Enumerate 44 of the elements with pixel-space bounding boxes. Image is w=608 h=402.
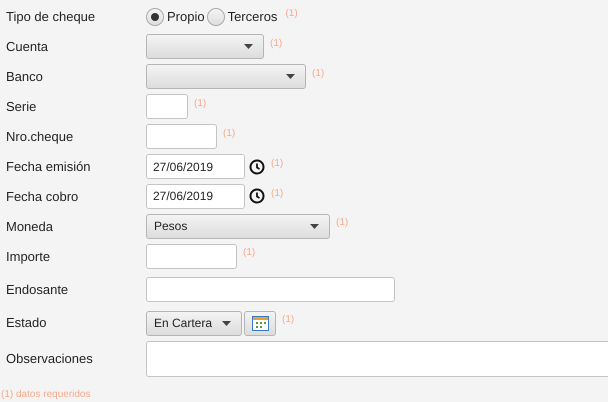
field-label: Moneda <box>5 218 54 236</box>
required-mark: (1) <box>194 96 206 111</box>
clock-icon[interactable] <box>249 158 265 175</box>
field-label: Estado <box>5 314 48 332</box>
footnote: (1) datos requeridos <box>0 388 92 402</box>
text-field[interactable] <box>146 124 217 150</box>
dropdown[interactable] <box>146 34 264 60</box>
field-label: Banco <box>5 68 44 86</box>
calendar-icon <box>252 316 268 331</box>
required-mark: (1) <box>336 216 348 230</box>
text-field[interactable] <box>146 94 188 120</box>
caret-icon <box>244 44 253 50</box>
clock-icon[interactable] <box>249 188 265 204</box>
text-field[interactable] <box>146 277 395 302</box>
field-label: Observaciones <box>5 350 94 368</box>
date-field[interactable]: 27/06/2019 <box>146 184 245 209</box>
text-area[interactable] <box>146 341 608 378</box>
required-mark: (1) <box>243 246 256 260</box>
required-mark: (1) <box>285 7 298 21</box>
field-label: Serie <box>5 98 38 116</box>
required-mark: (1) <box>312 66 324 81</box>
radio-option[interactable]: Terceros <box>206 7 278 27</box>
field-label: Nro.cheque <box>5 128 74 146</box>
required-mark: (1) <box>282 313 294 328</box>
required-mark: (1) <box>270 36 282 51</box>
calendar-button[interactable] <box>244 310 276 336</box>
required-mark: (1) <box>223 126 236 141</box>
text-field[interactable] <box>146 244 237 269</box>
caret-icon <box>222 320 231 326</box>
required-mark: (1) <box>271 186 284 201</box>
required-mark: (1) <box>271 156 284 171</box>
field-label: Cuenta <box>5 38 49 56</box>
field-label: Fecha emisión <box>5 158 92 176</box>
field-label: Endosante <box>5 281 70 299</box>
field-label: Tipo de cheque <box>5 8 96 26</box>
field-label: Importe <box>5 248 52 266</box>
dropdown[interactable]: En Cartera <box>146 310 242 336</box>
caret-icon <box>286 74 295 80</box>
date-field[interactable]: 27/06/2019 <box>146 154 245 180</box>
dropdown[interactable] <box>146 64 306 90</box>
field-label: Fecha cobro <box>5 188 80 206</box>
caret-icon <box>310 224 319 229</box>
radio-option[interactable]: Propio <box>146 7 205 27</box>
dropdown[interactable]: Pesos <box>146 214 330 239</box>
